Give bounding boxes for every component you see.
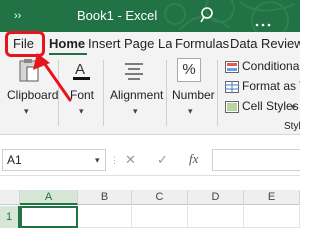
annotation-arrow xyxy=(33,53,72,102)
